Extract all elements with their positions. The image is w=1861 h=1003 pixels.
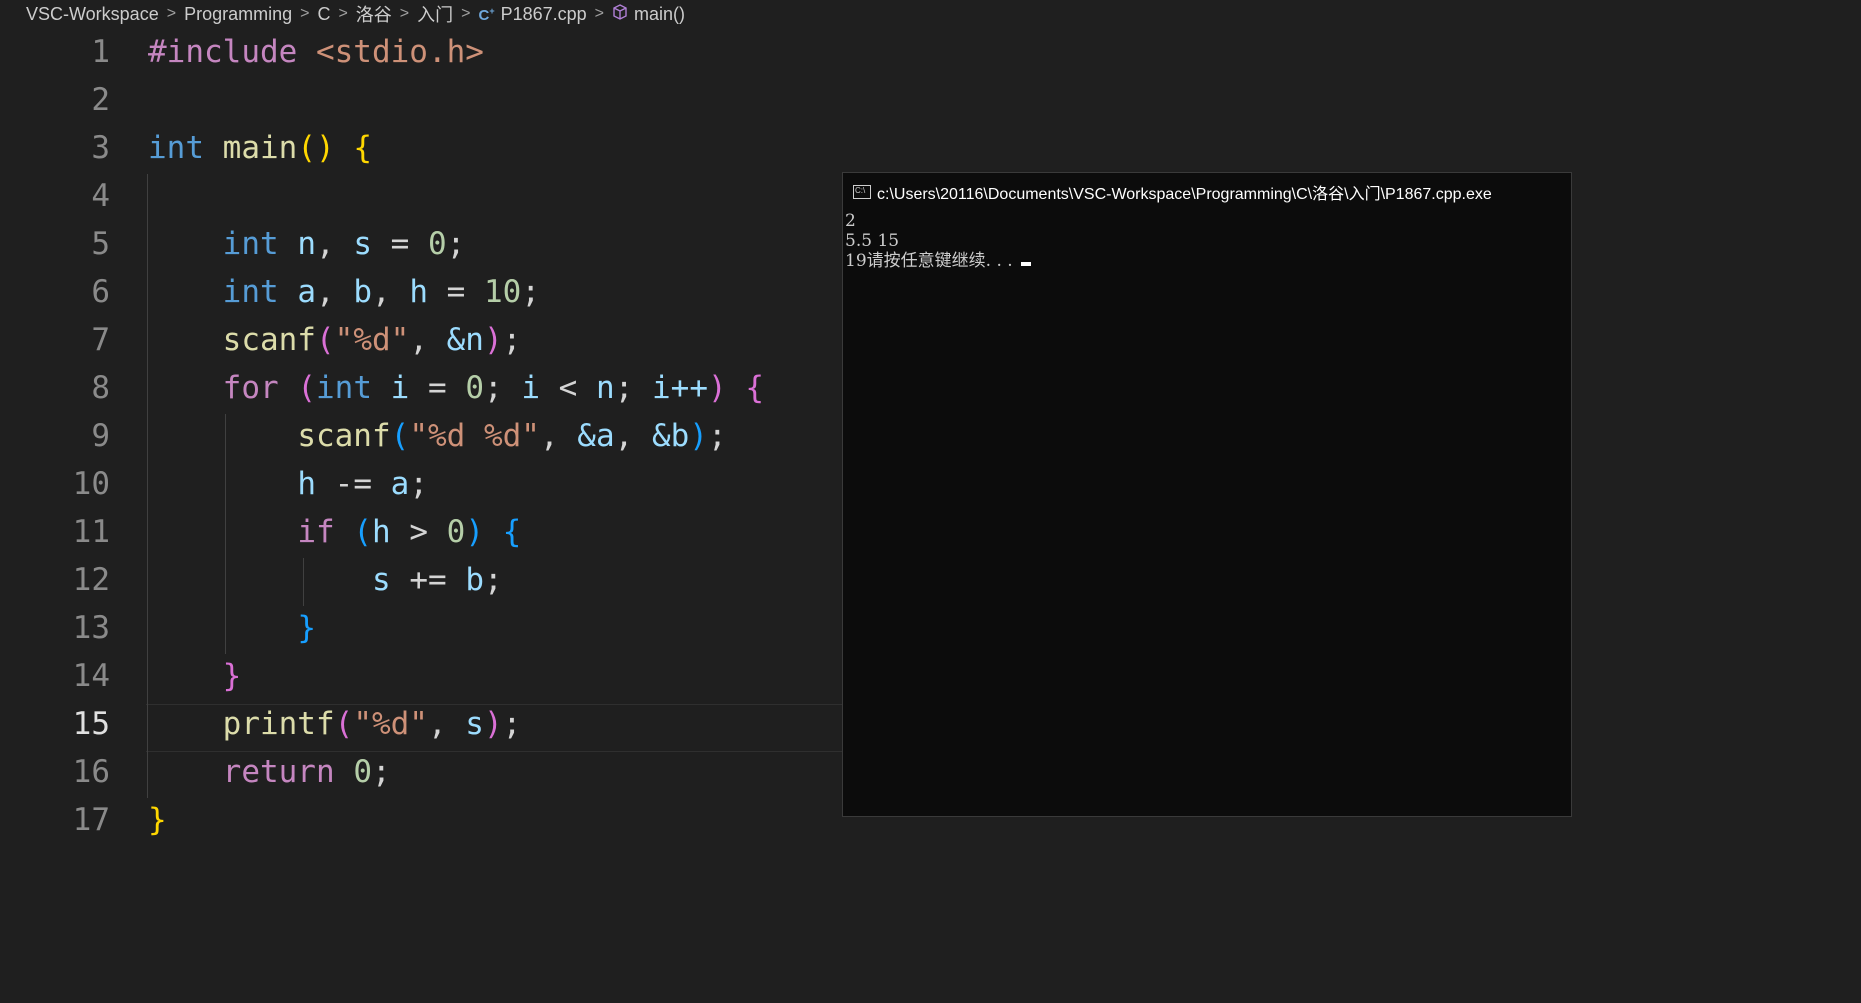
console-line: 2 [845,211,856,231]
line-number[interactable]: 10 [0,460,110,508]
breadcrumb-item-file[interactable]: C+ P1867.cpp [476,4,588,25]
cpp-file-icon: C+ [478,5,495,24]
code-text: int n, s = 0; [222,226,466,262]
console-line-prompt: 19请按任意键继续. . . [845,251,1571,271]
line-number[interactable]: 1 [0,28,110,76]
code-text: if (h > 0) { [297,514,522,550]
line-number[interactable]: 8 [0,364,110,412]
breadcrumb-item-programming[interactable]: Programming [182,4,294,25]
line-number[interactable]: 17 [0,796,110,844]
text-cursor [1020,262,1031,266]
console-line-text: 19请按任意键继续. . . [845,251,1013,271]
code-line[interactable]: 3 int main() { [0,124,1568,172]
breadcrumb-separator: > [594,5,605,22]
breadcrumb-item-luogu[interactable]: 洛谷 [354,1,394,27]
breadcrumb: VSC-Workspace > Programming > C > 洛谷 > 入… [0,0,1568,28]
code-text: return 0; [222,754,391,790]
line-number[interactable]: 12 [0,556,110,604]
line-number[interactable]: 5 [0,220,110,268]
code-text: scanf("%d %d", &a, &b); [297,418,727,454]
code-text: } [297,610,316,646]
code-text: printf("%d", s); [222,706,522,742]
code-text: #include <stdio.h> [148,34,484,70]
breadcrumb-separator: > [461,5,471,22]
line-number[interactable]: 14 [0,652,110,700]
line-number[interactable]: 9 [0,412,110,460]
line-number[interactable]: 3 [0,124,110,172]
breadcrumb-separator: > [300,5,310,22]
console-titlebar[interactable]: C:\ c:\Users\20116\Documents\VSC-Workspa… [843,173,1571,211]
code-text: s += b; [371,562,503,598]
breadcrumb-symbol-label: main() [634,3,686,24]
cube-symbol-icon [612,3,628,24]
breadcrumb-item-rumen[interactable]: 入门 [415,1,455,27]
line-number[interactable]: 11 [0,508,110,556]
breadcrumb-separator: > [338,5,348,22]
line-number[interactable]: 13 [0,604,110,652]
breadcrumb-file-label: P1867.cpp [500,3,587,24]
breadcrumb-item-c[interactable]: C [315,4,332,25]
code-text: int a, b, h = 10; [222,274,540,310]
breadcrumb-separator: > [399,5,410,22]
line-number[interactable]: 4 [0,172,110,220]
breadcrumb-separator: > [166,5,177,22]
breadcrumb-item-symbol[interactable]: main() [610,4,687,25]
console-line: 5.5 15 [845,231,900,251]
code-text: scanf("%d", &n); [222,322,522,358]
code-text: h -= a; [297,466,428,502]
code-line[interactable]: 1 #include <stdio.h> [0,28,1568,76]
line-number[interactable]: 2 [0,76,110,124]
code-text: int main() { [148,130,372,166]
line-number-active[interactable]: 15 [0,700,110,748]
console-output[interactable]: 2 5.5 15 19请按任意键继续. . . [843,211,1571,271]
console-window[interactable]: C:\ c:\Users\20116\Documents\VSC-Workspa… [842,172,1572,817]
code-text: } [148,802,167,838]
code-line[interactable]: 2 [0,76,1568,124]
line-number[interactable]: 6 [0,268,110,316]
code-text: for (int i = 0; i < n; i++) { [222,370,765,406]
console-title-text: c:\Users\20116\Documents\VSC-Workspace\P… [877,186,1492,203]
breadcrumb-item-workspace[interactable]: VSC-Workspace [24,4,161,25]
cmd-icon: C:\ [853,185,871,199]
line-number[interactable]: 7 [0,316,110,364]
code-text: } [222,658,242,694]
line-number[interactable]: 16 [0,748,110,796]
